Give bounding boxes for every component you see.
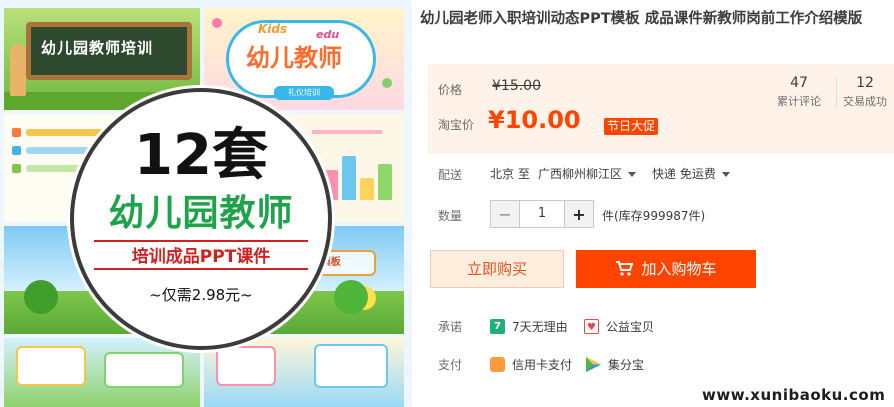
quantity-stepper: − 1 + <box>490 200 594 228</box>
tree-shape <box>24 280 58 314</box>
festival-badge: 节日大促 <box>604 118 659 135</box>
ship-to-select[interactable]: 广西柳州柳江区 <box>538 165 637 182</box>
bullet-square <box>12 128 21 137</box>
price-label: 价格 <box>438 83 463 97</box>
product-title: 幼儿园老师入职培训动态PPT模板 成品课件新教师岗前工作介绍模版 <box>420 11 863 27</box>
jifenbao-pay[interactable]: 集分宝 <box>608 356 644 373</box>
teacher-figure <box>10 44 26 96</box>
kids-text: Kids <box>258 22 288 36</box>
reviews-count: 47 <box>790 75 808 91</box>
ship-method-text: 快递 免运费 <box>652 167 716 181</box>
credit-card-pay[interactable]: 信用卡支付 <box>512 356 572 373</box>
cart-icon <box>616 261 634 276</box>
tree-shape <box>334 280 368 314</box>
chevron-down-icon <box>628 172 637 177</box>
product-details: 幼儿园老师入职培训动态PPT模板 成品课件新教师岗前工作介绍模版 价格 ¥15.… <box>420 0 894 407</box>
chalkboard: 幼儿园教师培训 <box>26 22 192 80</box>
chalkboard-title: 幼儿园教师培训 <box>41 39 154 57</box>
thumb-cards-1 <box>4 338 200 407</box>
content-card <box>314 344 388 388</box>
set-count: 12套 <box>134 123 268 188</box>
etiquette-ribbon: 礼仪培训 <box>274 86 334 100</box>
thumb-cards-2 <box>204 338 404 407</box>
seven-day-icon: 7 <box>490 319 505 334</box>
price-panel: 价格 ¥15.00 淘宝价 ¥10.00 节日大促 47 累计评论 12 交易成… <box>428 64 894 154</box>
ship-to-text: 广西柳州柳江区 <box>538 167 623 181</box>
add-to-cart-button[interactable]: 加入购物车 <box>576 250 756 288</box>
content-card <box>16 346 86 386</box>
kids-teacher-text: 幼儿教师 <box>246 44 342 72</box>
credit-card-icon <box>490 357 505 372</box>
quantity-label: 数量 <box>438 209 463 223</box>
sales-label: 交易成功 <box>843 95 887 108</box>
deco-bar <box>360 178 374 200</box>
promo-price-text: ~仅需2.98元~ <box>149 286 253 304</box>
promo-main-text: 幼儿园教师 <box>108 193 294 234</box>
reviews-label: 累计评论 <box>777 95 821 108</box>
quantity-input[interactable]: 1 <box>519 201 565 227</box>
heart-icon: ♥ <box>584 319 599 334</box>
increase-button[interactable]: + <box>565 201 593 227</box>
original-price: ¥15.00 <box>492 78 541 94</box>
decor-dot <box>382 78 392 88</box>
content-card <box>216 346 276 386</box>
current-price: ¥10.00 <box>488 106 581 134</box>
deco-bar <box>378 164 392 200</box>
payment-label: 支付 <box>438 358 463 372</box>
ship-from: 北京 至 <box>490 167 530 181</box>
deco-bar <box>342 156 356 200</box>
shipping-label: 配送 <box>438 168 463 182</box>
promo-circle: 12套 幼儿园教师 培训成品PPT课件 ~仅需2.98元~ <box>70 88 332 350</box>
charity-item-link[interactable]: 公益宝贝 <box>606 318 654 335</box>
promise-label: 承诺 <box>438 320 463 334</box>
buy-now-button[interactable]: 立即购买 <box>430 250 564 288</box>
sales-count: 12 <box>856 75 874 91</box>
sales-stat: 12 交易成功 <box>830 74 894 110</box>
jifenbao-icon <box>586 357 601 372</box>
content-card <box>104 352 184 388</box>
bullet-square <box>12 146 21 155</box>
taobao-price-label: 淘宝价 <box>438 118 475 132</box>
stock-text: 件(库存999987件) <box>602 209 706 223</box>
chevron-down-icon <box>721 172 730 177</box>
decor-dot <box>212 18 222 28</box>
decrease-button[interactable]: − <box>491 201 519 227</box>
site-watermark: www.xunibaoku.com <box>702 386 886 404</box>
add-to-cart-label: 加入购物车 <box>641 260 717 278</box>
ship-method-select[interactable]: 快递 免运费 <box>652 165 730 182</box>
promo-sub-text: 培训成品PPT课件 <box>94 240 308 270</box>
seven-day-return-link[interactable]: 7天无理由 <box>512 318 568 335</box>
reviews-stat[interactable]: 47 累计评论 <box>764 74 834 110</box>
product-image[interactable]: 幼儿园教师培训 Kids edu 幼儿教师 礼仪培训 培训PPT模板 <box>0 0 412 407</box>
bullet-square <box>12 164 21 173</box>
